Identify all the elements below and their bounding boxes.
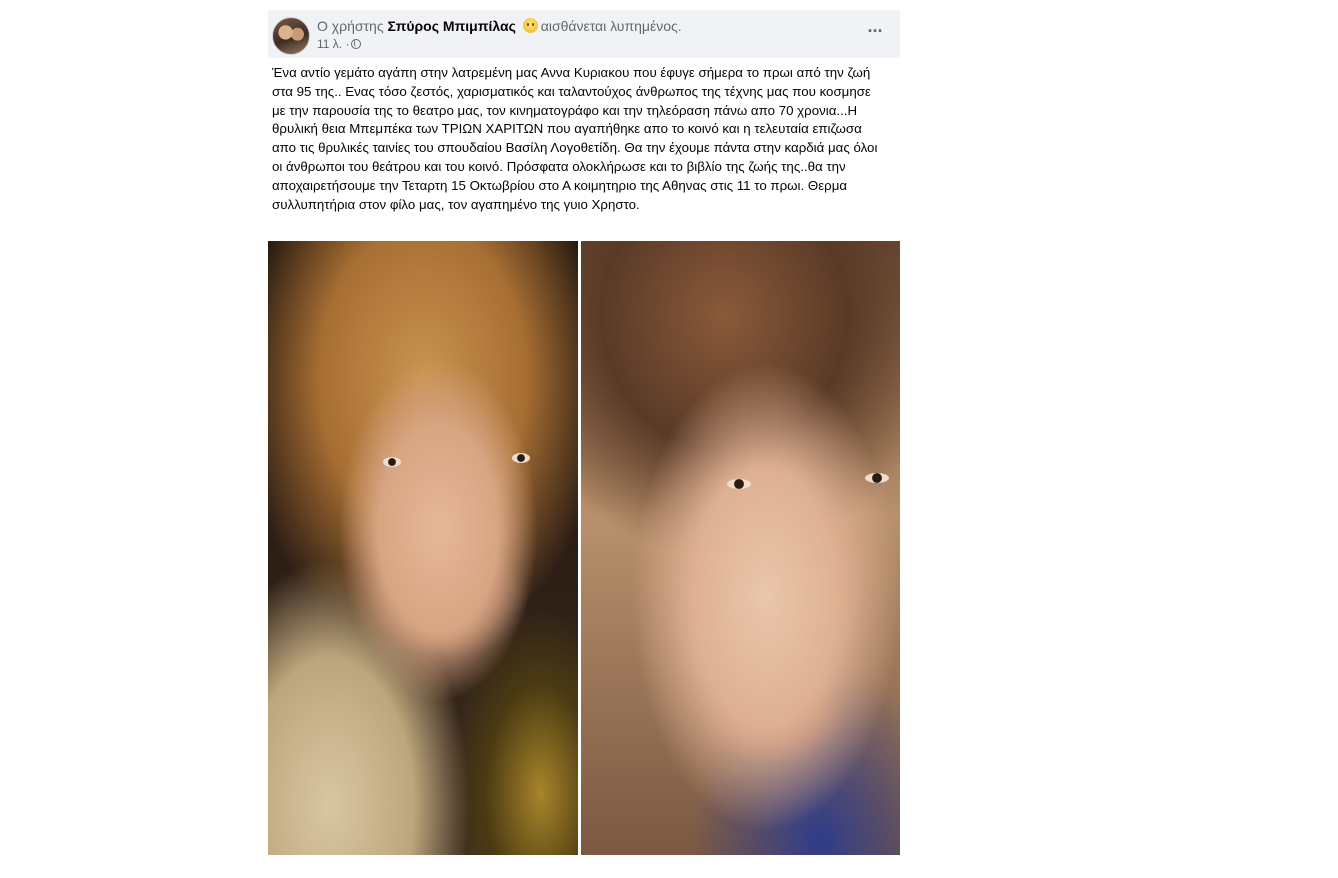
facebook-post: Ο χρήστης Σπύρος Μπιμπίλας αισθάνεται λυ… — [268, 10, 900, 855]
post-header: Ο χρήστης Σπύρος Μπιμπίλας αισθάνεται λυ… — [268, 10, 900, 58]
author-prefix: Ο χρήστης — [317, 18, 384, 34]
post-text: Ένα αντίο γεμάτο αγάπη στην λατρεμένη μα… — [272, 65, 878, 212]
post-meta: 11 λ. · — [317, 37, 362, 51]
sad-face-icon — [522, 18, 538, 33]
photo-detail — [727, 479, 751, 489]
photo-detail — [865, 473, 889, 483]
more-options-button[interactable]: ··· — [862, 22, 888, 44]
post-photo-right[interactable] — [581, 241, 900, 855]
feeling-text: αισθάνεται λυπημένος. — [540, 18, 682, 34]
post-photos[interactable] — [268, 241, 900, 855]
globe-icon — [351, 39, 362, 49]
photo-detail — [512, 453, 530, 463]
author-name-link[interactable]: Σπύρος Μπιμπίλας — [387, 18, 515, 34]
post-photo-left[interactable] — [268, 241, 578, 855]
post-header-line: Ο χρήστης Σπύρος Μπιμπίλας αισθάνεται λυ… — [317, 18, 682, 34]
post-timestamp-link[interactable]: 11 λ. · — [317, 37, 349, 51]
photo-detail — [383, 457, 401, 467]
author-avatar[interactable] — [272, 17, 310, 55]
